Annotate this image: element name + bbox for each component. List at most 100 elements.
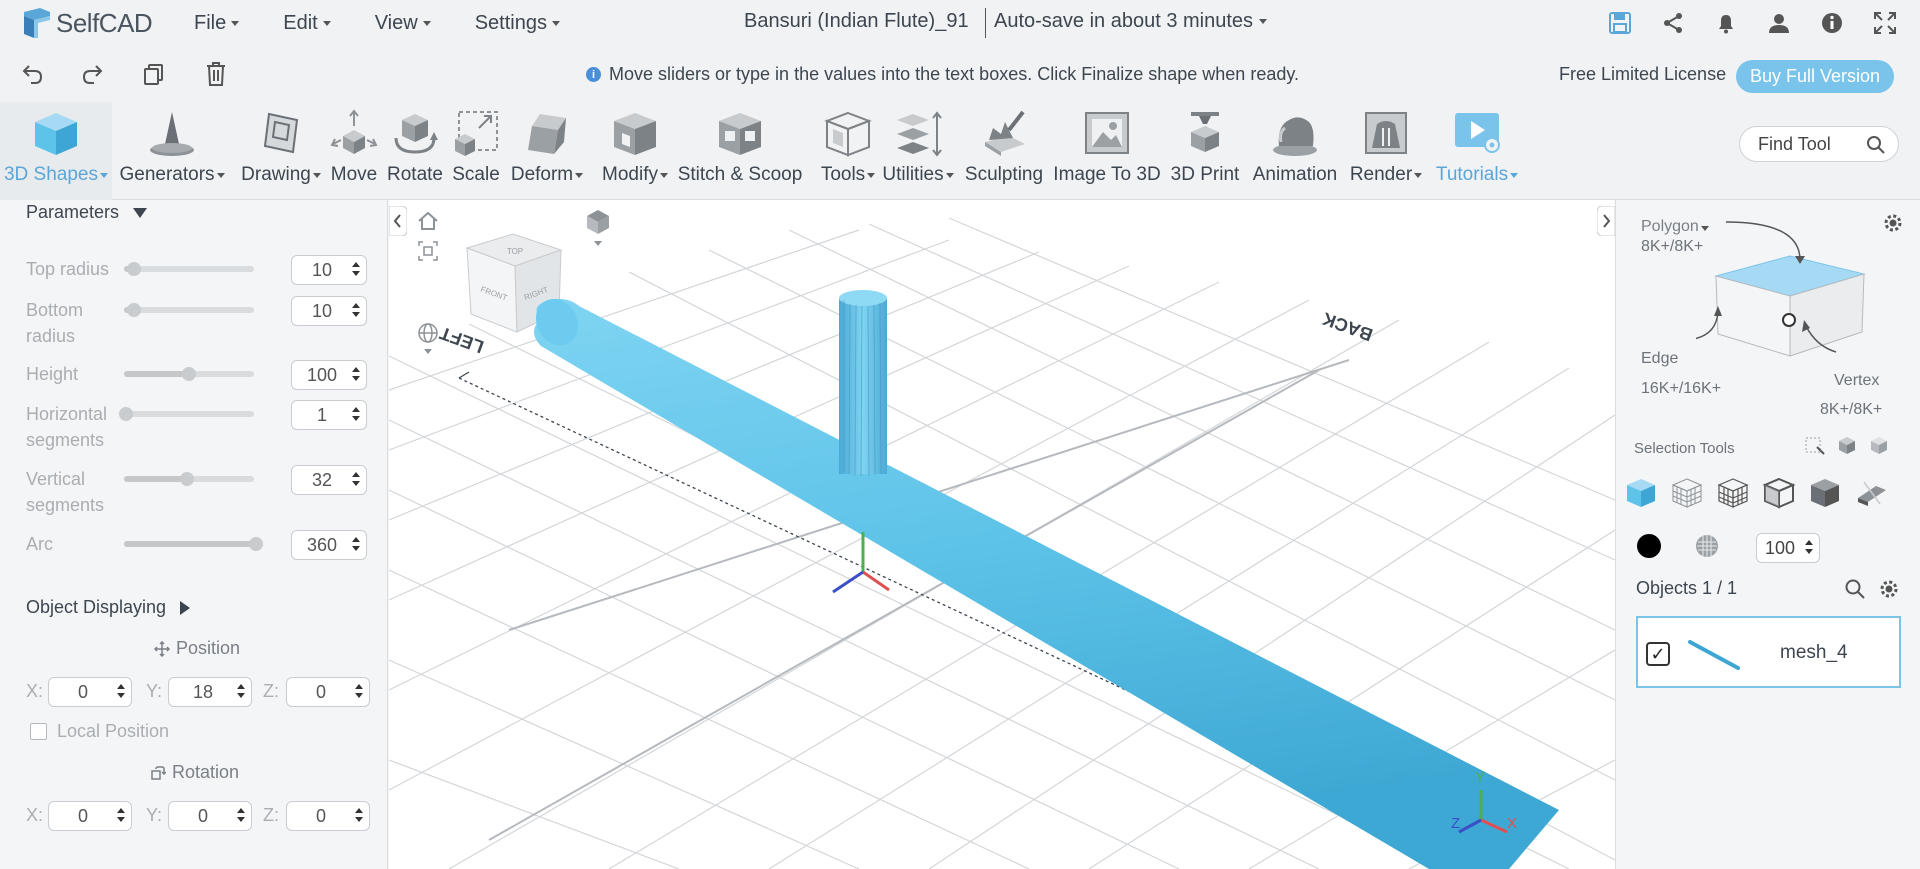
spinner-icon[interactable] <box>352 303 360 317</box>
edge-select-icon[interactable] <box>1762 476 1796 510</box>
tool-generators[interactable]: Generators <box>117 102 227 200</box>
menu-file[interactable]: File <box>194 12 240 35</box>
search-icon[interactable] <box>1866 135 1886 160</box>
tool-tutorials[interactable]: Tutorials <box>1430 102 1524 200</box>
color-picker-swatch[interactable] <box>1636 533 1662 564</box>
spinner-icon[interactable] <box>355 808 363 822</box>
slider-handle[interactable] <box>180 472 194 486</box>
parameters-header[interactable]: Parameters <box>26 202 148 223</box>
arc-slider[interactable] <box>124 537 263 551</box>
spinner-icon[interactable] <box>352 537 360 551</box>
search-objects-icon[interactable] <box>1844 578 1866 605</box>
horizontal-segments-slider[interactable] <box>119 407 254 421</box>
spinner-icon[interactable] <box>1805 540 1813 554</box>
user-icon[interactable] <box>1764 8 1794 38</box>
slider-handle[interactable] <box>127 262 141 276</box>
local-position-checkbox[interactable]: Local Position <box>30 721 169 742</box>
document-title[interactable]: Bansuri (Indian Flute)_91 <box>744 10 969 33</box>
opacity-input[interactable]: 100 <box>1756 533 1820 563</box>
select-none-icon[interactable] <box>1868 434 1890 456</box>
collapse-left-panel-button[interactable] <box>389 205 408 241</box>
tool-scale[interactable]: Scale <box>450 102 502 200</box>
edge-label[interactable]: Edge <box>1641 350 1678 368</box>
tool-image-to-3d[interactable]: Image To 3D <box>1050 102 1164 200</box>
horizontal-segments-input[interactable]: 1 <box>291 400 367 430</box>
slider-handle[interactable] <box>182 367 196 381</box>
spinner-icon[interactable] <box>352 407 360 421</box>
redo-icon[interactable] <box>78 60 106 88</box>
fullscreen-icon[interactable] <box>1870 8 1900 38</box>
collapse-right-panel-button[interactable] <box>1596 205 1615 241</box>
height-input[interactable]: 100 <box>291 360 367 390</box>
box-select-icon[interactable] <box>1804 434 1826 456</box>
menu-edit[interactable]: Edit <box>283 12 331 35</box>
tool-3d-print[interactable]: 3D Print <box>1166 102 1244 200</box>
material-texture-icon[interactable] <box>1694 533 1720 564</box>
tool-move[interactable]: Move <box>328 102 380 200</box>
object-select-icon[interactable] <box>1624 476 1658 510</box>
menu-settings[interactable]: Settings <box>475 12 560 35</box>
objects-settings-gear-icon[interactable] <box>1878 578 1900 605</box>
view-mode-icon[interactable] <box>417 322 439 361</box>
spinner-icon[interactable] <box>355 684 363 698</box>
selection-mode-cube[interactable] <box>1696 216 1896 366</box>
object-visibility-checkbox[interactable]: ✓ <box>1646 642 1670 666</box>
tool-tools[interactable]: Tools <box>808 102 888 200</box>
object-list-item[interactable]: ✓ mesh_4 <box>1636 616 1901 688</box>
top-radius-slider[interactable] <box>124 262 254 276</box>
mesh-select-icon[interactable] <box>1716 476 1750 510</box>
height-slider[interactable] <box>124 367 254 381</box>
spinner-icon[interactable] <box>237 808 245 822</box>
tool-animation[interactable]: Animation <box>1246 102 1344 200</box>
cylinder-mesh[interactable] <box>839 290 887 477</box>
home-view-icon[interactable] <box>417 210 439 237</box>
slider-handle[interactable] <box>127 303 141 317</box>
3d-viewport[interactable]: LEFT BACK TOP FRONT RIGHT Y X Z <box>389 200 1615 869</box>
copy-icon[interactable] <box>140 60 168 88</box>
slice-select-icon[interactable] <box>1854 476 1888 510</box>
top-radius-input[interactable]: 10 <box>291 255 367 285</box>
bell-icon[interactable] <box>1711 8 1741 38</box>
spinner-icon[interactable] <box>352 367 360 381</box>
flute-mesh[interactable] <box>528 291 1559 869</box>
spinner-icon[interactable] <box>352 262 360 276</box>
rotation-y-input[interactable]: 0 <box>168 801 252 831</box>
buy-full-version-button[interactable]: Buy Full Version <box>1736 60 1894 93</box>
tool-utilities[interactable]: Utilities <box>878 102 958 200</box>
undo-icon[interactable] <box>19 60 47 88</box>
spinner-icon[interactable] <box>117 684 125 698</box>
info-icon[interactable] <box>1817 8 1847 38</box>
face-select-icon[interactable] <box>1670 476 1704 510</box>
position-z-input[interactable]: 0 <box>286 677 370 707</box>
tool-stitch-scoop[interactable]: Stitch & Scoop <box>676 102 804 200</box>
rotation-z-input[interactable]: 0 <box>286 801 370 831</box>
position-x-input[interactable]: 0 <box>48 677 132 707</box>
tool-drawing[interactable]: Drawing <box>235 102 327 200</box>
menu-view[interactable]: View <box>375 12 431 35</box>
arc-input[interactable]: 360 <box>291 530 367 560</box>
zoom-fit-icon[interactable] <box>417 240 439 267</box>
select-all-icon[interactable] <box>1836 434 1858 456</box>
tool-rotate[interactable]: Rotate <box>384 102 446 200</box>
camera-projection-icon[interactable] <box>585 208 611 253</box>
solid-select-icon[interactable] <box>1808 476 1842 510</box>
find-tool-input[interactable]: Find Tool <box>1739 126 1899 162</box>
delete-icon[interactable] <box>202 60 230 88</box>
slider-handle[interactable] <box>249 537 263 551</box>
bottom-radius-input[interactable]: 10 <box>291 296 367 326</box>
tool-render[interactable]: Render <box>1346 102 1426 200</box>
spinner-icon[interactable] <box>237 684 245 698</box>
spinner-icon[interactable] <box>117 808 125 822</box>
bottom-radius-slider[interactable] <box>124 303 254 317</box>
scene-canvas[interactable]: LEFT BACK TOP FRONT RIGHT Y X Z <box>389 200 1615 869</box>
tool-modify[interactable]: Modify <box>594 102 676 200</box>
save-icon[interactable] <box>1605 8 1635 38</box>
app-logo[interactable]: SelfCAD <box>20 6 153 40</box>
spinner-icon[interactable] <box>352 472 360 486</box>
checkbox-icon[interactable] <box>30 723 47 740</box>
object-displaying-header[interactable]: Object Displaying <box>26 597 191 618</box>
position-y-input[interactable]: 18 <box>168 677 252 707</box>
vertical-segments-slider[interactable] <box>124 472 254 486</box>
slider-handle[interactable] <box>119 407 133 421</box>
rotation-x-input[interactable]: 0 <box>48 801 132 831</box>
